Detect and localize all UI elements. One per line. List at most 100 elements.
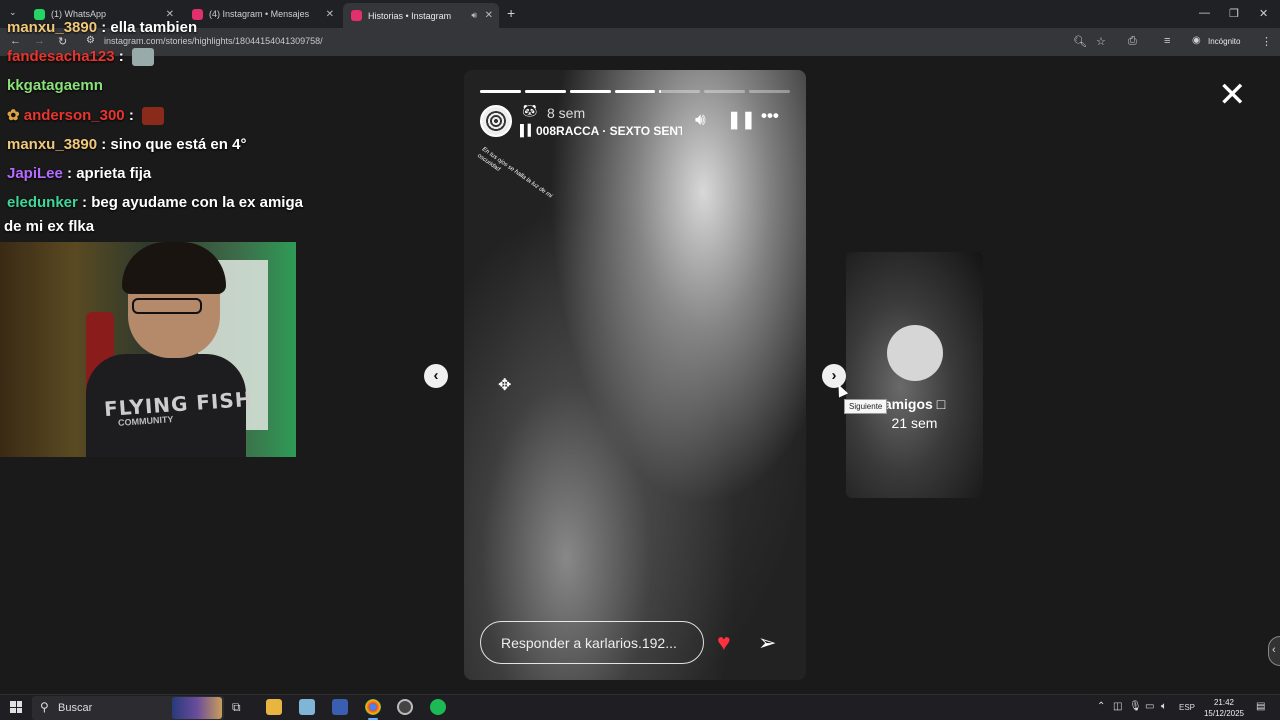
instagram-icon — [192, 8, 203, 20]
story-progress-segment — [614, 90, 656, 93]
move-cursor-icon: ✥ — [498, 377, 512, 394]
site-info-icon[interactable]: ⚙ — [86, 35, 95, 46]
chrome-icon[interactable] — [365, 699, 381, 720]
url-field[interactable]: instagram.com/stories/highlights/1804415… — [104, 36, 323, 46]
network-icon[interactable]: ▭ — [1145, 701, 1154, 712]
restore-icon[interactable]: ❐ — [1229, 7, 1239, 20]
clock[interactable]: 21:42 15/12/2025 — [1196, 697, 1252, 719]
file-explorer-icon[interactable] — [266, 699, 282, 715]
windows-start-icon[interactable] — [10, 701, 22, 713]
story-progress-fill — [569, 90, 611, 93]
zoom-icon[interactable]: 🔍︎ — [1073, 35, 1087, 48]
chat-message: JapiLee : aprieta fija — [7, 165, 152, 182]
audio-wave-icon: ▌▍ — [520, 125, 537, 137]
bookmark-star-icon[interactable]: ☆ — [1096, 35, 1106, 48]
back-icon[interactable]: ← — [10, 35, 21, 47]
app-icon[interactable] — [332, 699, 348, 715]
story-progress-fill — [614, 90, 656, 93]
tray-app-icon[interactable]: ◫ — [1113, 701, 1122, 712]
chat-text: aprieta fija — [76, 165, 152, 182]
close-tab-icon[interactable]: ✕ — [485, 10, 493, 21]
tab-title: (4) Instagram • Mensajes — [209, 9, 310, 19]
chat-message: eledunker : beg ayudame con la ex amiga — [7, 194, 303, 211]
chat-username: kkgatagaemn — [7, 77, 103, 94]
screen: ⌄ (1) WhatsApp ✕ (4) Instagram • Mensaje… — [0, 0, 1280, 720]
story-overlay-text: En tus ojos se halla la luz de mi oscuri… — [476, 146, 554, 200]
emote-icon — [141, 107, 164, 126]
tab-list-chevron-icon[interactable]: ⌄ — [9, 7, 17, 18]
emoji-icon: 🐼︎ — [522, 104, 538, 118]
story-audio-title[interactable]: 008RACCA · SEXTO SENTIC — [536, 124, 682, 138]
task-view-icon[interactable]: ⧉ — [232, 700, 248, 716]
chat-text: de mi ex flka — [4, 218, 95, 235]
tray-chevron-icon[interactable]: ⌃ — [1097, 701, 1105, 712]
menu-dots-icon[interactable]: ⋮ — [1261, 35, 1272, 48]
chat-message: ✿ anderson_300 : — [7, 106, 164, 126]
clock-date: 15/12/2025 — [1203, 709, 1245, 718]
reload-icon[interactable]: ↻ — [58, 35, 67, 48]
volume-tray-icon[interactable]: 🔈︎ — [1161, 701, 1167, 712]
chat-username: JapiLee — [7, 165, 63, 182]
chat-username: fandesacha123 — [7, 48, 115, 65]
previous-story-button[interactable]: ‹ — [424, 364, 448, 388]
new-tab-icon[interactable]: + — [507, 5, 515, 21]
search-icon: ⚲ — [40, 700, 49, 714]
close-tab-icon[interactable]: ✕ — [326, 9, 334, 20]
clock-time: 21:42 — [1213, 698, 1235, 707]
incognito-label[interactable]: Incógnito — [1208, 37, 1240, 46]
story-progress-segment — [569, 90, 611, 93]
spotify-icon[interactable] — [430, 699, 446, 715]
next-tooltip: Siguiente — [844, 399, 888, 414]
audio-playing-icon[interactable]: 🔊︎ — [471, 10, 477, 21]
notes-app-icon[interactable] — [299, 699, 315, 715]
forward-icon[interactable]: → — [34, 35, 45, 47]
badge-icon: ✿ — [7, 107, 20, 124]
whatsapp-icon — [34, 8, 45, 20]
reply-input[interactable]: Responder a karlarios.192... — [480, 621, 704, 664]
taskbar-search[interactable]: ⚲ Buscar — [32, 696, 224, 720]
language-indicator[interactable]: ESP — [1179, 703, 1195, 712]
tab-instagram-stories[interactable]: Historias • Instagram 🔊︎ ✕ — [343, 3, 499, 28]
side-panel-handle[interactable]: ‹ — [1268, 636, 1280, 666]
media-controls-icon[interactable]: ≡ — [1164, 35, 1170, 47]
story-progress-fill — [659, 90, 662, 93]
close-tab-icon[interactable]: ✕ — [166, 9, 174, 20]
story-viewer[interactable]: 🐼︎ 8 sem ▌▍ 008RACCA · SEXTO SENTIC 🔊︎ ❚… — [464, 70, 806, 680]
send-icon[interactable]: ➢ — [758, 630, 776, 656]
chat-message: fandesacha123 : — [7, 48, 154, 67]
pause-icon[interactable]: ❚❚ — [727, 110, 756, 130]
chat-text: beg ayudame con la ex amiga — [91, 194, 303, 211]
next-story-preview[interactable]: amigos □ 21 sem — [846, 252, 983, 498]
screenshot-icon[interactable]: ⎙ — [1128, 35, 1137, 48]
emote-icon — [131, 48, 154, 67]
chat-message: kkgatagaemn — [7, 77, 103, 94]
chat-message: manxu_3890 : ella tambien — [7, 19, 198, 36]
more-options-icon[interactable]: ••• — [761, 106, 779, 126]
story-progress-fill — [480, 90, 521, 93]
incognito-icon: ◉ — [1192, 35, 1201, 46]
close-window-icon[interactable]: ✕ — [1259, 7, 1268, 20]
chat-username: anderson_300 — [23, 107, 125, 124]
taskbar: ⚲ Buscar ⧉ ⌃ ◫ 🎙︎ ▭ 🔈︎ ESP 21:42 15/12/2… — [0, 694, 1280, 720]
story-progress-segment — [480, 90, 521, 93]
webcam-overlay: FLYING FISH COMMUNITY — [0, 242, 296, 457]
instagram-icon — [351, 10, 362, 21]
like-heart-icon[interactable]: ♥ — [717, 631, 731, 654]
story-progress-segment — [749, 90, 790, 93]
chat-username: manxu_3890 — [7, 136, 98, 153]
story-avatar[interactable] — [480, 105, 512, 137]
chat-message-continuation: de mi ex flka — [4, 218, 94, 235]
chat-text: ella tambien — [110, 19, 198, 36]
microphone-icon[interactable]: 🎙︎ — [1129, 701, 1142, 712]
minimize-icon[interactable]: — — [1199, 7, 1210, 19]
chat-username: eledunker — [7, 194, 78, 211]
next-story-avatar — [887, 325, 943, 381]
close-story-icon[interactable]: ✕ — [1218, 78, 1247, 112]
tab-instagram-messages[interactable]: (4) Instagram • Mensajes ✕ — [184, 4, 340, 24]
obs-icon[interactable] — [397, 699, 413, 715]
chat-message: manxu_3890 : sino que está en 4° — [7, 136, 247, 153]
notifications-icon[interactable]: ▤ — [1256, 701, 1265, 712]
story-progress-segment — [704, 90, 746, 93]
volume-icon[interactable]: 🔊︎ — [695, 110, 706, 130]
story-progress-segment — [524, 90, 566, 93]
